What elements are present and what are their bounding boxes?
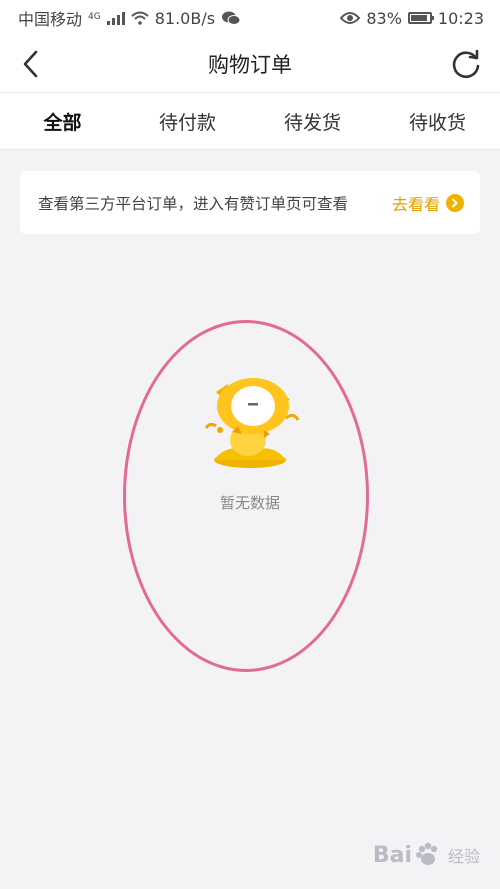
tab-all[interactable]: 全部 (0, 108, 125, 135)
battery-icon (407, 12, 434, 24)
page-title: 购物订单 (208, 53, 292, 77)
baidu-watermark: Bai 经验 (373, 841, 480, 869)
tab-pending-receipt[interactable]: 待收货 (375, 108, 500, 135)
wifi-icon (131, 11, 149, 25)
status-bar-left: 中国移动 4G 81.0B/s (18, 6, 241, 30)
refresh-button[interactable] (448, 46, 484, 82)
back-button[interactable] (14, 46, 50, 82)
eye-icon (340, 12, 361, 24)
signal-icon (106, 11, 125, 25)
go-look-label: 去看看 (391, 194, 440, 214)
battery-percent: 83% (366, 8, 402, 28)
wechat-icon (222, 11, 241, 25)
empty-cat-illustration (204, 378, 300, 468)
order-tabs: 全部 待付款 待发货 待收货 (0, 92, 500, 150)
arrow-right-icon (446, 193, 464, 212)
third-party-notice: 查看第三方平台订单，进入有赞订单页可查看 去看看 (20, 171, 480, 234)
refresh-icon (452, 49, 480, 79)
carrier-name: 中国移动 (18, 10, 83, 29)
chevron-left-icon (23, 50, 38, 78)
network-speed: 81.0B/s (154, 8, 216, 28)
empty-state-message: 暂无数据 (219, 494, 280, 512)
go-look-link[interactable]: 去看看 (392, 191, 464, 215)
clock-time: 10:23 (437, 8, 484, 28)
notice-text: 查看第三方平台订单，进入有赞订单页可查看 (38, 194, 349, 213)
paw-icon (415, 842, 438, 865)
network-type: 4G (88, 12, 101, 22)
watermark-sub: 经验 (447, 847, 480, 866)
status-bar: 中国移动 4G 81.0B/s 83% 10:23 (0, 0, 500, 36)
app-header: 购物订单 (0, 36, 500, 92)
tab-pending-payment[interactable]: 待付款 (125, 108, 250, 135)
tab-pending-shipment[interactable]: 待发货 (250, 108, 375, 135)
status-bar-right: 83% 10:23 (340, 9, 484, 28)
watermark-brand: Bai (372, 842, 412, 868)
